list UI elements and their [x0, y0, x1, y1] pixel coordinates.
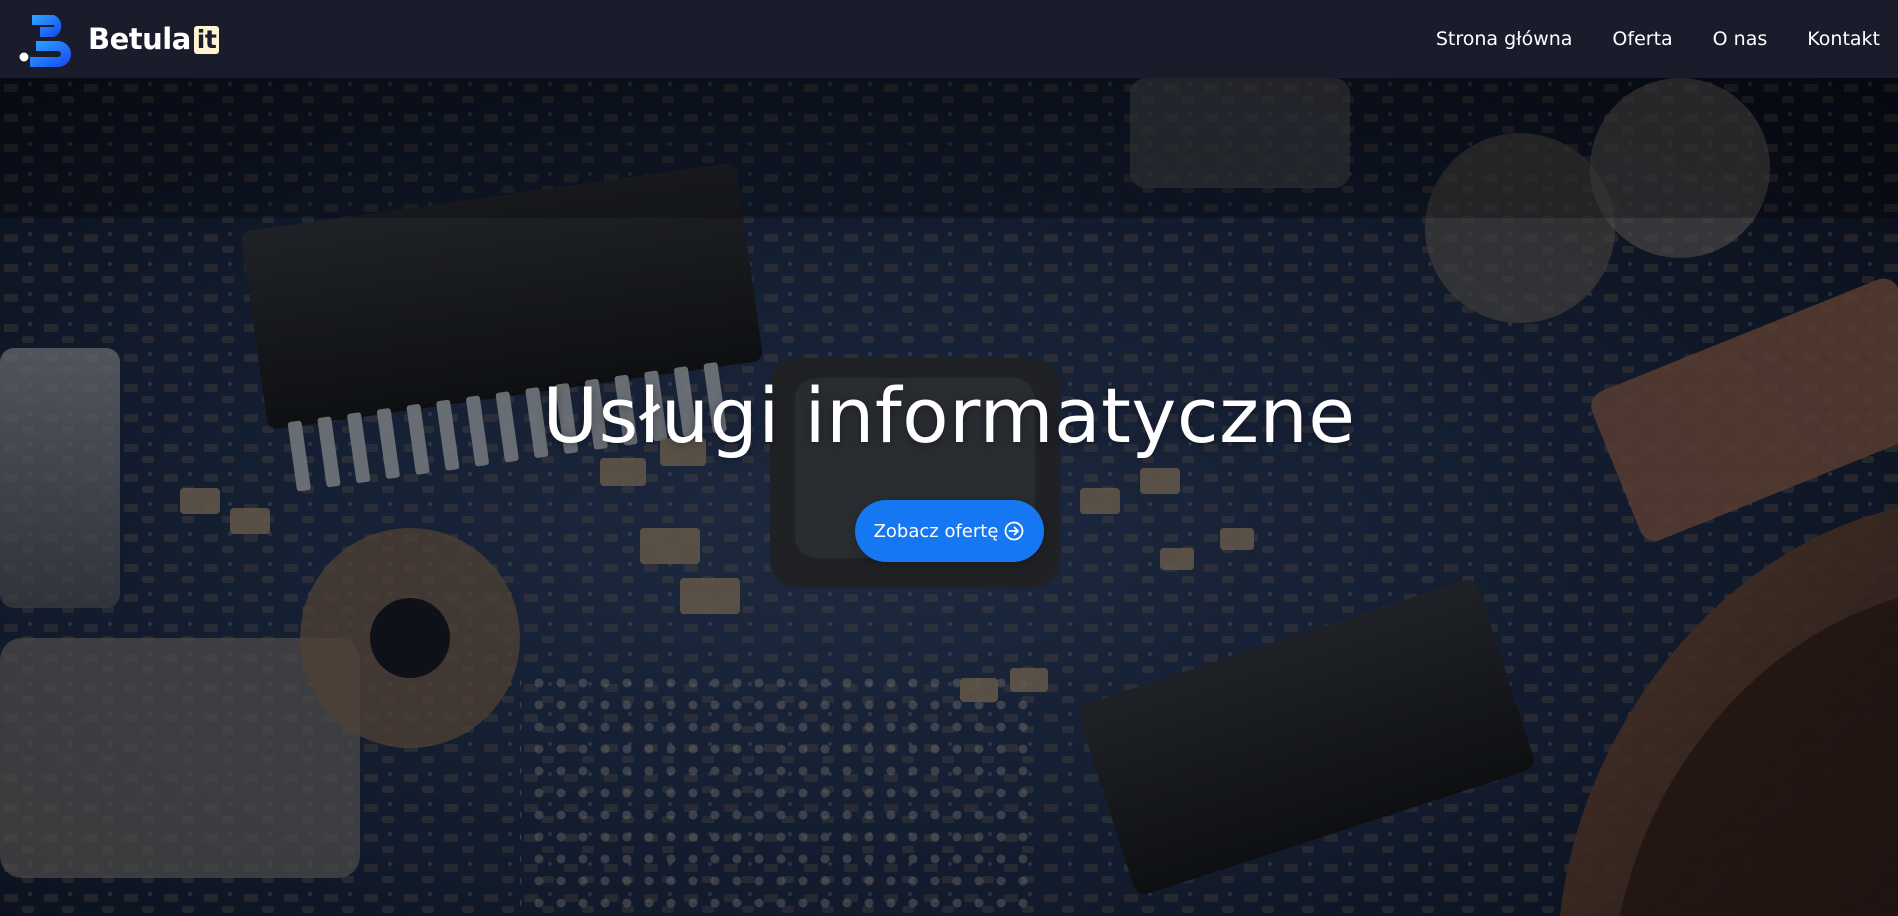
brand-name-text: Betula — [88, 22, 191, 56]
nav-links: Strona główna Oferta O nas Kontakt — [1436, 28, 1880, 50]
see-offer-button[interactable]: Zobacz ofertę — [854, 500, 1044, 562]
arrow-right-circle-icon — [1005, 521, 1024, 541]
hero-section: Usługi informatyczne Zobacz ofertę — [0, 78, 1898, 916]
hero-content: Usługi informatyczne Zobacz ofertę — [0, 78, 1898, 916]
logo-icon — [19, 15, 71, 67]
nav-item-home: Strona główna — [1436, 28, 1573, 50]
brand-logo-link[interactable]: Betula it — [18, 11, 220, 67]
nav-item-about: O nas — [1713, 28, 1768, 50]
nav-link-about[interactable]: O nas — [1713, 28, 1768, 50]
brand-badge: it — [193, 26, 220, 54]
nav-link-home[interactable]: Strona główna — [1436, 28, 1573, 50]
nav-item-offer: Oferta — [1612, 28, 1672, 50]
nav-item-contact: Kontakt — [1807, 28, 1880, 50]
nav-link-offer[interactable]: Oferta — [1612, 28, 1672, 50]
see-offer-button-label: Zobacz ofertę — [873, 520, 999, 542]
brand-name: Betula it — [88, 22, 220, 56]
nav-link-contact[interactable]: Kontakt — [1807, 28, 1880, 50]
hero-title: Usługi informatyczne — [542, 371, 1356, 460]
main-navigation: Strona główna Oferta O nas Kontakt — [1436, 28, 1880, 50]
navbar: Betula it Strona główna Oferta O nas Kon… — [0, 0, 1898, 78]
